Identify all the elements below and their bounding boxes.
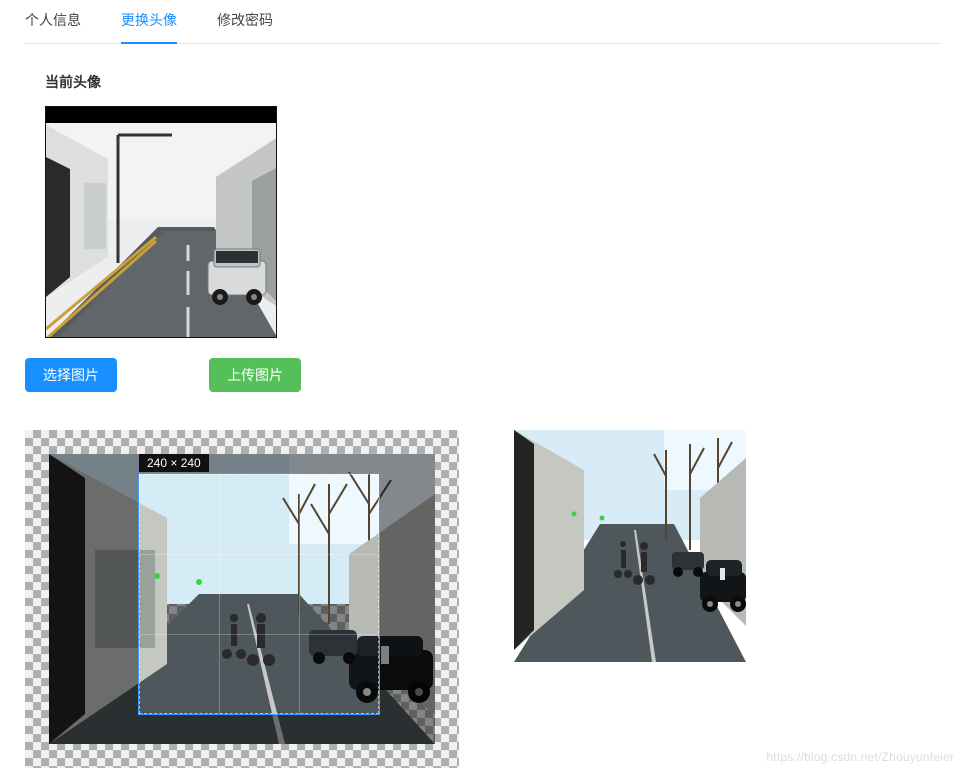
watermark-text: https://blog.csdn.net/Zhouyunfeier (766, 750, 954, 764)
tabs-bar: 个人信息 更换头像 修改密码 (25, 0, 941, 44)
tab-change-password[interactable]: 修改密码 (217, 10, 273, 43)
section-heading-current-avatar: 当前头像 (45, 72, 941, 92)
avatar-preview (514, 430, 746, 662)
crop-size-badge: 240 × 240 (139, 454, 209, 472)
image-cropper-stage[interactable]: 240 × 240 (25, 430, 459, 768)
upload-image-button[interactable]: 上传图片 (209, 358, 301, 392)
tab-profile[interactable]: 个人信息 (25, 10, 81, 43)
current-avatar-image (45, 106, 277, 338)
crop-box[interactable] (139, 474, 379, 714)
tab-change-avatar[interactable]: 更换头像 (121, 10, 177, 44)
button-row: 选择图片 上传图片 (25, 358, 941, 392)
select-image-button[interactable]: 选择图片 (25, 358, 117, 392)
